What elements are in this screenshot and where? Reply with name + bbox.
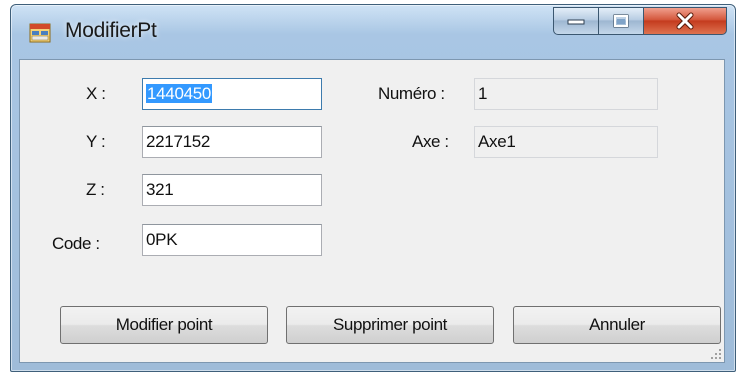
- resize-grip-icon[interactable]: [710, 348, 722, 360]
- x-input[interactable]: 1440450: [142, 78, 322, 110]
- cancel-button[interactable]: Annuler: [513, 306, 721, 344]
- numero-label: Numéro :: [378, 84, 445, 103]
- x-label: X :: [86, 84, 106, 103]
- modifierpt-window: ModifierPt X : 1440450 Y : 2217152 Z : 3…: [10, 4, 736, 372]
- y-label: Y :: [86, 132, 106, 151]
- maximize-icon: [613, 14, 629, 28]
- maximize-button[interactable]: [598, 7, 644, 35]
- code-input[interactable]: 0PK: [142, 224, 322, 256]
- minimize-icon: [567, 19, 585, 25]
- z-label: Z :: [86, 180, 105, 199]
- code-label: Code :: [52, 234, 100, 253]
- numero-field: 1: [474, 78, 658, 110]
- title-bar[interactable]: ModifierPt: [11, 5, 735, 59]
- axe-field: Axe1: [474, 126, 658, 158]
- delete-point-button[interactable]: Supprimer point: [286, 306, 494, 344]
- close-icon: [676, 12, 694, 30]
- y-input[interactable]: 2217152: [142, 126, 322, 158]
- modify-point-button[interactable]: Modifier point: [60, 306, 268, 344]
- window-title: ModifierPt: [65, 19, 157, 42]
- app-icon: [29, 23, 51, 43]
- axe-label: Axe :: [412, 132, 449, 151]
- close-button[interactable]: [643, 7, 727, 35]
- form-client-area: X : 1440450 Y : 2217152 Z : 321 Code : 0…: [19, 59, 725, 363]
- z-input[interactable]: 321: [142, 174, 322, 206]
- minimize-button[interactable]: [553, 7, 599, 35]
- x-value-selection: 1440450: [146, 84, 213, 103]
